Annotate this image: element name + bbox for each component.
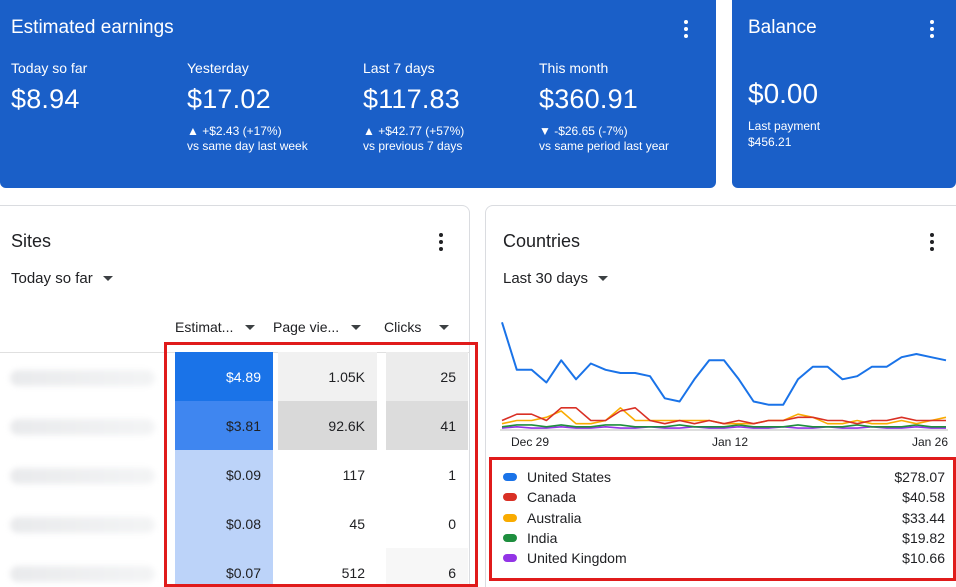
column-header-estimated-earnings[interactable]: Estimat... [175,319,256,335]
series-line-india [501,424,946,428]
x-tick-label: Jan 26 [912,435,949,449]
metric-today: Today so far $8.94 [11,60,87,115]
last-payment-label: Last payment [748,119,821,133]
metric-yesterday: Yesterday $17.02 ▲ +$2.43 (+17%) vs same… [187,60,308,154]
sort-down-icon [439,324,450,330]
balance-value: $0.00 [748,78,819,109]
balance-title: Balance [748,17,817,38]
metric-label: Yesterday [187,60,249,76]
metric-change: ▼ -$26.65 (-7%) [539,124,628,138]
series-line-australia [501,407,947,425]
countries-more-icon[interactable] [930,233,934,251]
column-header-label: Page vie... [273,319,340,335]
series-line-united-states [501,322,947,406]
sort-down-icon [351,324,362,330]
x-tick-label: Dec 29 [511,435,550,449]
series-line-canada [501,407,946,425]
highlight-box-table [164,342,478,587]
metric-change: ▲ +$42.77 (+57%) [363,124,465,138]
earnings-more-icon[interactable] [684,20,688,38]
site-name-blurred [10,566,155,582]
chevron-down-icon [102,276,113,281]
site-name-blurred [10,517,155,533]
sites-title: Sites [11,231,52,251]
balance-more-icon[interactable] [930,20,934,38]
site-name-blurred [10,370,155,386]
countries-title: Countries [503,231,581,251]
countries-period-dropdown[interactable]: Last 30 days [503,270,609,287]
metric-label: Last 7 days [363,60,435,76]
metric-note: vs same period last year [539,139,670,153]
site-name-blurred [10,468,155,484]
sites-period-label: Today so far [11,270,93,287]
column-header-page-views[interactable]: Page vie... [273,319,362,335]
x-tick-label: Jan 12 [712,435,749,449]
column-header-label: Clicks [384,319,422,335]
last-payment-amount: $456.21 [748,135,792,149]
countries-line-chart [500,322,948,431]
metric-label: Today so far [11,60,88,76]
estimated-earnings-card: Estimated earnings Today so far $8.94 Ye… [0,0,716,188]
sites-period-dropdown[interactable]: Today so far [11,270,113,287]
chevron-down-icon [598,276,609,281]
metric-note: vs same day last week [187,139,308,153]
metric-this-month: This month $360.91 ▼ -$26.65 (-7%) vs sa… [539,60,669,154]
sort-down-icon [245,324,256,330]
metric-note: vs previous 7 days [363,139,463,153]
metric-label: This month [539,60,609,76]
metric-value: $8.94 [11,84,80,114]
site-name-blurred [10,419,155,435]
earnings-title: Estimated earnings [11,17,174,38]
metric-last-7-days: Last 7 days $117.83 ▲ +$42.77 (+57%) vs … [363,60,464,154]
column-header-clicks[interactable]: Clicks [384,319,450,335]
column-header-label: Estimat... [175,319,234,335]
sites-more-icon[interactable] [439,233,443,251]
metric-value: $17.02 [187,84,271,114]
countries-period-label: Last 30 days [503,270,589,287]
balance-card: Balance $0.00 Last payment $456.21 [732,0,956,188]
metric-value: $360.91 [539,84,638,114]
metric-value: $117.83 [363,84,460,114]
metric-change: ▲ +$2.43 (+17%) [187,124,282,138]
highlight-box-legend [489,457,956,581]
